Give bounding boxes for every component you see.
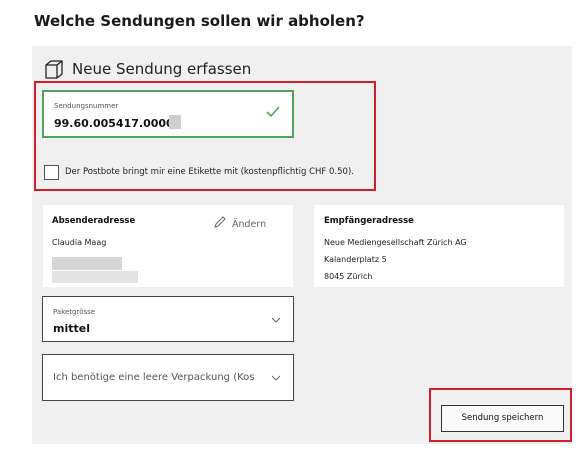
recipient-address-card: Empfängeradresse Neue Mediengesellschaft… [314, 205, 564, 287]
redacted-digits [169, 115, 181, 129]
label-option-label[interactable]: Der Postbote bringt mir eine Etikette mi… [65, 167, 354, 177]
recipient-line: Kalanderplatz 5 [324, 255, 387, 264]
redacted-address-line [52, 257, 122, 270]
packaging-value-clip: Ich benötige eine leere Verpackung (Kos [43, 355, 265, 400]
tracking-number-label: Sendungsnummer [54, 102, 119, 110]
package-size-value: mittel [53, 322, 90, 335]
sender-name: Claudia Maag [52, 238, 107, 247]
save-shipment-button[interactable]: Sendung speichern [441, 405, 564, 432]
recipient-address-title: Empfängeradresse [324, 216, 414, 226]
chevron-down-icon [271, 317, 281, 323]
recipient-line: 8045 Zürich [324, 272, 373, 281]
packaging-value: Ich benötige eine leere Verpackung (Kos [53, 372, 255, 383]
sender-address-title: Absenderadresse [52, 216, 136, 226]
tracking-number-value[interactable]: 99.60.005417.00006 [54, 117, 181, 130]
tracking-number-field[interactable]: Sendungsnummer 99.60.005417.00006 [42, 90, 294, 138]
chevron-down-icon [271, 375, 281, 381]
label-option-checkbox[interactable] [44, 165, 59, 180]
package-box-icon [45, 60, 63, 79]
page-title: Welche Sendungen sollen wir abholen? [34, 12, 365, 30]
package-size-select[interactable]: Paketgrösse mittel [42, 296, 294, 342]
pencil-icon [214, 216, 226, 228]
recipient-line: Neue Mediengesellschaft Zürich AG [324, 238, 467, 247]
package-size-label: Paketgrösse [53, 308, 96, 316]
packaging-select[interactable]: Ich benötige eine leere Verpackung (Kos [42, 354, 294, 401]
edit-sender-label: Ändern [232, 219, 267, 230]
checkmark-icon [266, 106, 280, 118]
panel-heading: Neue Sendung erfassen [72, 60, 252, 78]
redacted-address-line [52, 271, 138, 283]
edit-sender-button[interactable]: Ändern [213, 215, 266, 230]
sender-address-card: Absenderadresse Ändern Claudia Maag [43, 205, 293, 287]
